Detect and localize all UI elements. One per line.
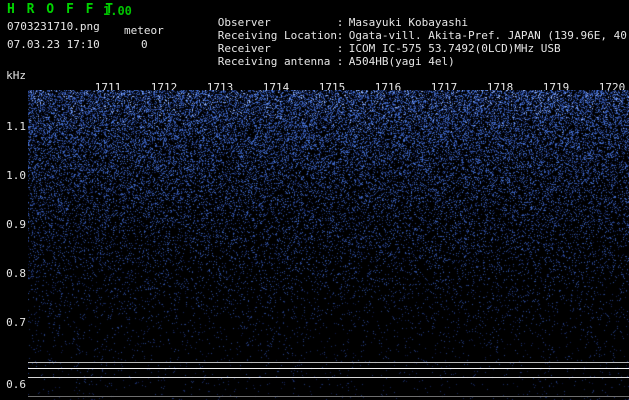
mode-label: meteor bbox=[124, 24, 164, 37]
y-tick-label: 0.7 bbox=[6, 316, 26, 329]
station-info: Observer: Masayuki Kobayashi Receiving Lo… bbox=[178, 3, 629, 68]
y-tick-label: 0.8 bbox=[6, 267, 26, 280]
signal-level-line bbox=[28, 396, 629, 397]
station-info-label: Receiving antenna bbox=[217, 55, 331, 68]
station-info-value: ICOM IC-575 53.7492(0LCD)MHz USB bbox=[348, 42, 561, 55]
y-axis-unit: kHz bbox=[6, 69, 26, 82]
station-info-value: A504HB(yagi 4el) bbox=[348, 55, 455, 68]
station-info-colon: : bbox=[336, 42, 344, 55]
meteor-count: 0 bbox=[141, 38, 148, 51]
hrofft-window: H R O F F T 1.00 0703231710.png meteor 0… bbox=[0, 0, 629, 400]
station-info-colon: : bbox=[336, 16, 344, 29]
signal-level-line bbox=[28, 368, 629, 369]
y-tick-label: 0.6 bbox=[6, 378, 26, 391]
y-tick-label: 0.9 bbox=[6, 218, 26, 231]
signal-level-line bbox=[28, 377, 629, 378]
signal-level-line bbox=[28, 362, 629, 363]
station-info-colon: : bbox=[336, 55, 344, 68]
station-info-label: Observer bbox=[217, 16, 271, 29]
station-info-colon: : bbox=[336, 29, 344, 42]
app-version: 1.00 bbox=[103, 4, 132, 18]
datetime-label: 07.03.23 17:10 bbox=[7, 38, 100, 51]
station-info-label: Receiver bbox=[217, 42, 271, 55]
app-title: H R O F F T bbox=[7, 2, 116, 17]
y-tick-label: 1.0 bbox=[6, 169, 26, 182]
output-filename: 0703231710.png bbox=[7, 20, 100, 33]
station-info-value: Ogata-vill. Akita-Pref. JAPAN (139.96E, … bbox=[348, 29, 629, 42]
station-info-value: Masayuki Kobayashi bbox=[348, 16, 468, 29]
y-tick-label: 1.1 bbox=[6, 120, 26, 133]
station-info-label: Receiving Location bbox=[217, 29, 337, 42]
station-info-row: Observer: Masayuki Kobayashi bbox=[178, 3, 629, 29]
spectrogram-canvas bbox=[28, 90, 629, 400]
